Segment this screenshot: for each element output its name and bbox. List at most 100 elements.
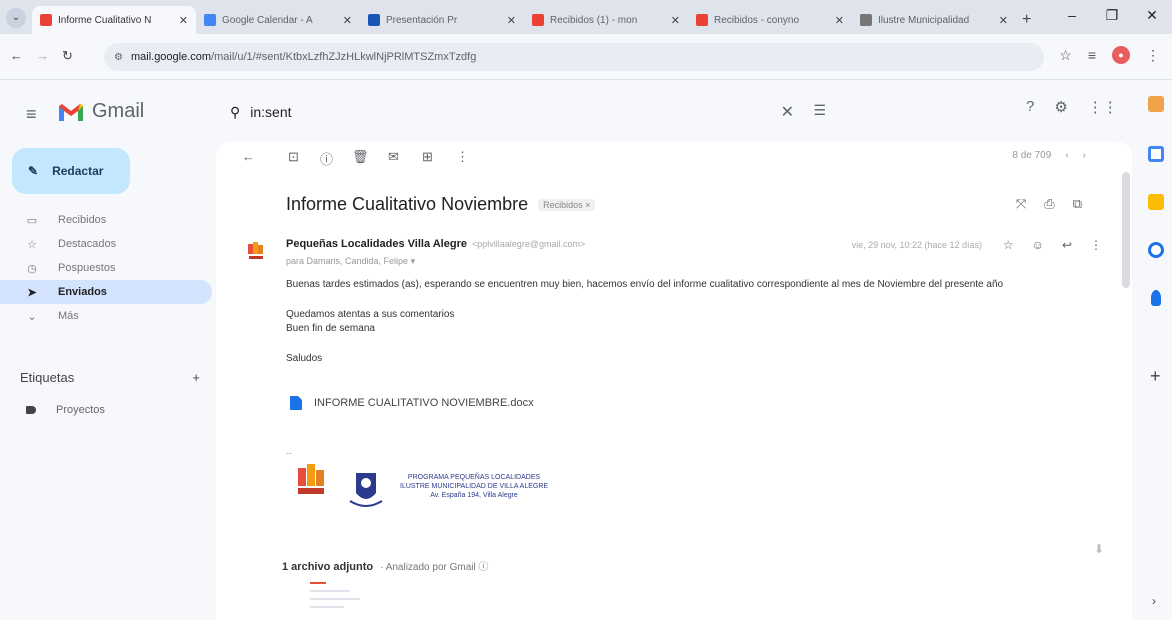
tasks-icon[interactable]	[1148, 242, 1164, 258]
sidebar-item-label: Destacados	[58, 238, 117, 250]
add-label-button[interactable]: +	[192, 370, 200, 385]
tab-close-icon[interactable]: ✕	[507, 14, 516, 27]
browser-tab[interactable]: Google Calendar - A ✕	[196, 6, 360, 34]
settings-gear-icon[interactable]: ⚙	[1054, 98, 1067, 116]
search-bar[interactable]: ⚲ in:sent ✕ ☰	[216, 92, 840, 132]
signature: PROGRAMA PEQUEÑAS LOCALIDADES ILUSTRE MU…	[294, 460, 548, 512]
folder-chip[interactable]: Recibidos ×	[538, 198, 596, 211]
body-paragraph: Saludos	[286, 353, 323, 364]
sidebar-item-label: Enviados	[58, 286, 107, 298]
emoji-reaction-icon[interactable]: ☺	[1032, 238, 1044, 252]
url-host: mail.google.com	[130, 51, 212, 63]
contacts-icon[interactable]	[1151, 290, 1161, 306]
site-info-icon[interactable]: ⚙	[114, 52, 123, 63]
mark-unread-icon[interactable]: ✉	[388, 149, 399, 165]
attachments-count: 1 archivo adjunto	[282, 561, 374, 573]
profile-logo-icon[interactable]	[1148, 96, 1164, 112]
nav-list: ▭ Recibidos ☆ Destacados ◷ Pospuestos ➤ Enviado…	[0, 208, 212, 328]
browser-tab[interactable]: Informe Cualitativo N ✕	[32, 6, 196, 34]
browser-tab[interactable]: Recibidos (1) - mon ✕	[524, 6, 688, 34]
signature-text: PROGRAMA PEQUEÑAS LOCALIDADES ILUSTRE MU…	[400, 473, 548, 500]
inbox-icon: ▭	[26, 214, 38, 227]
url-path: /mail/u/1/#sent/KtbxLzfhZJzHLkwlNjPRlMTS…	[211, 51, 477, 63]
tab-close-icon[interactable]: ✕	[671, 14, 680, 27]
clear-search-icon[interactable]: ✕	[781, 102, 794, 122]
sidebar-item-enviados[interactable]: ➤ Enviados	[0, 280, 212, 304]
tab-close-icon[interactable]: ✕	[179, 14, 188, 27]
pager-count: 8 de 709	[1012, 150, 1052, 161]
browser-menu-icon[interactable]: ⋮	[1146, 47, 1160, 64]
back-to-list-icon[interactable]: ←	[242, 149, 255, 164]
tab-title: Ilustre Municipalidad	[878, 14, 970, 26]
pagination: 8 de 709 ‹ ›	[1012, 150, 1086, 161]
tab-close-icon[interactable]: ✕	[343, 14, 352, 27]
minimize-button[interactable]: –	[1052, 0, 1092, 34]
recipients-dropdown-icon[interactable]: ▾	[411, 256, 416, 266]
maximize-button[interactable]: ❐	[1092, 0, 1132, 34]
attachments-scan-note: · Analizado por Gmail ⓘ	[380, 562, 489, 573]
gmail-logo[interactable]: Gmail	[58, 100, 144, 123]
more-options-icon[interactable]: ⋮	[456, 149, 469, 165]
attachment-link-text: INFORME CUALITATIVO NOVIEMBRE.docx	[314, 397, 534, 409]
recipients[interactable]: para Damaris, Candida, Felipe ▾	[286, 256, 415, 267]
tab-close-icon[interactable]: ✕	[999, 14, 1008, 27]
message-scrollbar[interactable]	[1122, 172, 1130, 288]
compose-button[interactable]: ✎ Redactar	[12, 148, 130, 194]
bookmark-star-icon[interactable]: ☆	[1059, 47, 1072, 64]
browser-tab[interactable]: Ilustre Municipalidad ✕	[852, 6, 1016, 34]
tab-search-icon[interactable]: ⌄	[6, 8, 26, 28]
add-addon-icon[interactable]: +	[1150, 366, 1161, 387]
body-paragraph: Buen fin de semana	[286, 323, 375, 334]
attachment-thumbnail[interactable]	[298, 576, 394, 620]
apps-grid-icon[interactable]: ⋮⋮	[1088, 98, 1118, 116]
star-icon[interactable]: ☆	[1003, 238, 1014, 252]
keep-icon[interactable]	[1148, 194, 1164, 210]
archive-icon[interactable]: ⊡	[288, 149, 299, 165]
tab-title: Presentación Pr	[386, 14, 458, 26]
move-to-icon[interactable]: ⊞	[422, 149, 433, 165]
reload-icon[interactable]: ↻	[62, 48, 73, 64]
message-more-icon[interactable]: ⋮	[1090, 238, 1102, 252]
next-chevron-icon[interactable]: ›	[1083, 150, 1086, 161]
open-new-window-icon[interactable]: ⧉	[1073, 196, 1082, 212]
new-tab-button[interactable]: +	[1022, 6, 1031, 34]
sidebar-item-destacados[interactable]: ☆ Destacados	[0, 232, 212, 256]
hide-panel-chevron-icon[interactable]: ›	[1152, 594, 1156, 608]
message-actions: ☆ ☺ ↩ ⋮	[1003, 238, 1102, 252]
add-to-drive-icon[interactable]: ⬇	[1094, 542, 1104, 556]
search-options-icon[interactable]: ☰	[813, 102, 826, 119]
print-icon[interactable]: ⎙	[1044, 196, 1054, 212]
browser-tab[interactable]: Presentación Pr ✕	[360, 6, 524, 34]
search-input[interactable]: in:sent	[250, 104, 291, 120]
sender-name[interactable]: Pequeñas Localidades Villa Alegre	[286, 238, 467, 250]
search-icon[interactable]: ⚲	[230, 104, 240, 121]
reply-icon[interactable]: ↩	[1062, 238, 1072, 252]
forward-arrow-icon[interactable]: →	[36, 48, 49, 63]
sidebar: ✎ Redactar ▭ Recibidos ☆ Destacados ◷ Pospues…	[0, 142, 216, 620]
sidebar-item-label: Más	[58, 310, 79, 322]
expand-all-icon[interactable]: ⤧	[1016, 196, 1026, 212]
browser-tab[interactable]: Recibidos - conyno ✕	[688, 6, 852, 34]
help-icon[interactable]: ?	[1026, 98, 1034, 116]
body-paragraph: Quedamos atentas a sus comentarios	[286, 309, 455, 320]
tab-favicon-icon	[532, 14, 544, 26]
main-menu-icon[interactable]: ≡	[26, 104, 37, 125]
reading-list-icon[interactable]: ≡	[1088, 47, 1096, 63]
label-item-proyectos[interactable]: Proyectos	[26, 404, 105, 416]
inline-attachment-link[interactable]: INFORME CUALITATIVO NOVIEMBRE.docx	[290, 396, 534, 410]
close-window-button[interactable]: ✕	[1132, 0, 1172, 34]
tab-title: Recibidos (1) - mon	[550, 14, 638, 26]
delete-icon[interactable]: 🗑	[352, 149, 369, 165]
calendar-icon[interactable]	[1148, 146, 1164, 162]
report-spam-icon[interactable]: ⓘ	[320, 149, 333, 168]
back-arrow-icon[interactable]: ←	[10, 48, 23, 63]
sidebar-item-recibidos[interactable]: ▭ Recibidos	[0, 208, 212, 232]
profile-avatar[interactable]: ●	[1112, 46, 1130, 64]
url-field[interactable]: ⚙ mail.google.com /mail/u/1/#sent/KtbxLz…	[104, 43, 1044, 71]
label-name: Proyectos	[56, 404, 105, 416]
tab-close-icon[interactable]: ✕	[835, 14, 844, 27]
sidebar-item-más[interactable]: ⌄ Más	[0, 304, 212, 328]
prev-chevron-icon[interactable]: ‹	[1065, 150, 1068, 161]
tab-title: Informe Cualitativo N	[58, 14, 152, 26]
sidebar-item-pospuestos[interactable]: ◷ Pospuestos	[0, 256, 212, 280]
